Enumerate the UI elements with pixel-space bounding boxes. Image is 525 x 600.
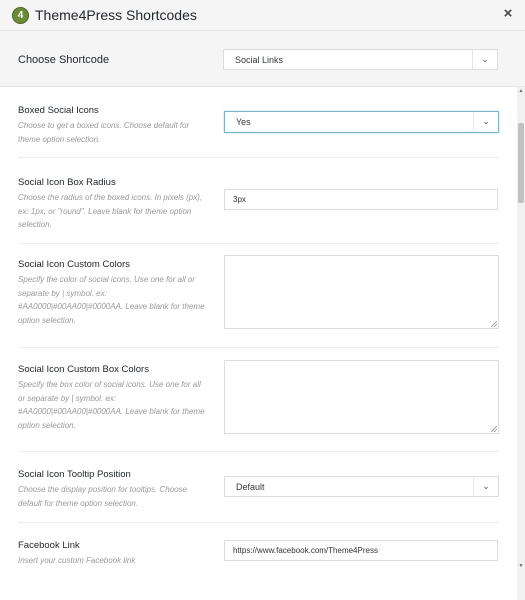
theme4press-logo-icon: 4 xyxy=(12,7,29,24)
choose-shortcode-value: Social Links xyxy=(235,55,284,65)
chevron-down-icon: ⌄ xyxy=(473,112,498,131)
tooltip-position-title: Social Icon Tooltip Position xyxy=(18,469,131,480)
custom-colors-description: Specify the color of social icons. Use o… xyxy=(18,275,205,325)
custom-box-colors-title: Social Icon Custom Box Colors xyxy=(18,364,149,375)
scroll-down-arrow-icon[interactable]: ▼ xyxy=(517,562,525,570)
tooltip-position-description: Choose the display position for tooltips… xyxy=(18,485,187,508)
chevron-down-icon: ⌄ xyxy=(472,50,497,69)
scroll-up-arrow-icon[interactable]: ▲ xyxy=(517,87,525,95)
tooltip-position-value: Default xyxy=(236,482,265,492)
box-radius-description: Choose the radius of the boxed icons. In… xyxy=(18,193,203,229)
dialog-title: Theme4Press Shortcodes xyxy=(35,7,197,23)
boxed-icons-title: Boxed Social Icons xyxy=(18,105,99,116)
shortcode-options-panel: Boxed Social Icons Choose to get a boxed… xyxy=(0,87,517,600)
resize-grip-icon[interactable] xyxy=(491,321,497,327)
custom-colors-title: Social Icon Custom Colors xyxy=(18,259,130,270)
resize-grip-icon[interactable] xyxy=(491,426,497,432)
dialog-titlebar: 4 Theme4Press Shortcodes × xyxy=(0,0,525,31)
facebook-link-description: Insert your custom Facebook link xyxy=(18,556,136,565)
choose-shortcode-label: Choose Shortcode xyxy=(18,54,110,66)
chevron-down-icon: ⌄ xyxy=(473,477,498,496)
boxed-icons-value: Yes xyxy=(236,117,251,127)
scrollbar-thumb[interactable] xyxy=(518,123,524,203)
boxed-icons-select[interactable]: Yes ⌄ xyxy=(224,111,499,133)
custom-box-colors-description: Specify the box color of social icons. U… xyxy=(18,380,205,430)
custom-box-colors-textarea[interactable] xyxy=(224,360,499,434)
facebook-link-input[interactable]: https://www.facebook.com/Theme4Press xyxy=(224,540,498,561)
box-radius-title: Social Icon Box Radius xyxy=(18,177,116,188)
box-radius-input[interactable]: 3px xyxy=(224,189,498,210)
scrollbar[interactable]: ▲ ▼ xyxy=(517,87,525,600)
choose-shortcode-bar: Choose Shortcode Social Links ⌄ xyxy=(0,31,525,87)
choose-shortcode-select[interactable]: Social Links ⌄ xyxy=(223,49,498,70)
close-icon[interactable]: × xyxy=(501,6,515,22)
tooltip-position-select[interactable]: Default ⌄ xyxy=(224,476,499,497)
boxed-icons-description: Choose to get a boxed icons. Choose defa… xyxy=(18,121,190,144)
custom-colors-textarea[interactable] xyxy=(224,255,499,329)
facebook-link-title: Facebook Link xyxy=(18,540,80,551)
